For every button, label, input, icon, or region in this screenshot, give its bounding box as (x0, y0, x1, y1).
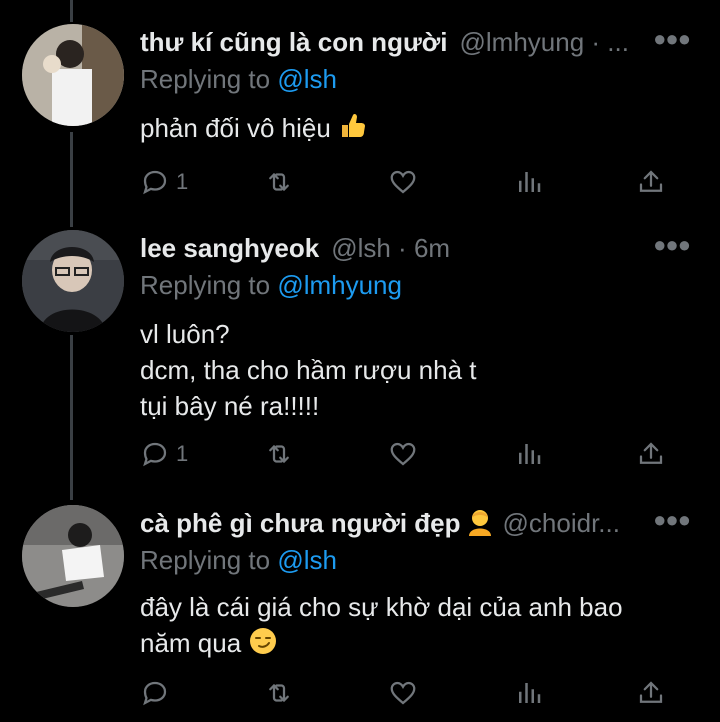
reply-button[interactable]: 1 (140, 164, 188, 200)
replying-label: Replying to (140, 270, 271, 300)
reply-count: 1 (176, 441, 189, 466)
tweet-line: dcm, tha cho hầm rượu nhà t (140, 355, 477, 385)
analytics-button[interactable] (514, 675, 544, 711)
share-icon (639, 681, 663, 703)
reply-icon (143, 681, 167, 706)
tweet-line-wrap: năm qua (140, 625, 623, 665)
analytics-icon (519, 444, 541, 464)
replying-label: Replying to (140, 545, 271, 575)
reply-button[interactable] (140, 675, 176, 711)
retweet-icon (269, 683, 289, 703)
reply-count: 1 (176, 169, 189, 194)
more-icon[interactable]: ●●● (653, 507, 691, 533)
mention-link[interactable]: @lsh (277, 64, 337, 94)
display-name[interactable]: lee sanghyeok (140, 233, 319, 264)
display-name[interactable]: thư kí cũng là con người (140, 27, 447, 58)
avatar[interactable] (22, 505, 124, 607)
share-icon (639, 442, 663, 464)
thumbs-up-emoji (338, 111, 368, 150)
handle-and-time: @lmhyung · ... (459, 26, 629, 57)
smirk-emoji (248, 626, 278, 665)
tweet[interactable]: cà phê gì chưa người đẹp @choidr... ●●● … (0, 505, 720, 720)
reply-button[interactable]: 1 (140, 436, 188, 472)
mention-link[interactable]: @lsh (277, 545, 337, 575)
tweet-text: phản đối vô hiệu (140, 110, 368, 150)
heart-icon (390, 170, 416, 194)
action-bar: 1 (140, 164, 680, 200)
reply-icon (143, 170, 167, 195)
analytics-button[interactable] (514, 164, 544, 200)
tweet-line: phản đối vô hiệu (140, 113, 331, 143)
analytics-icon (519, 172, 541, 192)
like-button[interactable] (388, 675, 418, 711)
tweet-line: đây là cái giá cho sự khờ dại của anh ba… (140, 592, 623, 622)
avatar[interactable] (22, 24, 124, 126)
share-button[interactable] (636, 164, 666, 200)
handle-and-time: @lsh · 6m (331, 232, 451, 263)
more-icon[interactable]: ●●● (653, 232, 691, 258)
more-icon[interactable]: ●●● (653, 26, 691, 52)
replying-to: Replying to @lsh (140, 545, 337, 576)
like-button[interactable] (388, 436, 418, 472)
share-button[interactable] (636, 675, 666, 711)
retweet-button[interactable] (264, 436, 294, 472)
analytics-button[interactable] (514, 436, 544, 472)
replying-to: Replying to @lsh (140, 64, 337, 95)
like-button[interactable] (388, 164, 418, 200)
display-name[interactable]: cà phê gì chưa người đẹp (140, 508, 461, 539)
retweet-icon (269, 444, 289, 464)
person-emoji (465, 506, 495, 541)
action-bar: 1 (140, 436, 680, 472)
tweet-text: vl luôn? dcm, tha cho hầm rượu nhà t tụi… (140, 316, 477, 424)
share-icon (639, 170, 663, 192)
analytics-icon (519, 683, 541, 703)
tweet-line: tụi bây né ra!!!!! (140, 391, 320, 421)
retweet-button[interactable] (264, 675, 294, 711)
tweet-line: vl luôn? (140, 319, 230, 349)
tweet-text: đây là cái giá cho sự khờ dại của anh ba… (140, 589, 623, 665)
avatar[interactable] (22, 230, 124, 332)
replying-label: Replying to (140, 64, 271, 94)
tweet[interactable]: lee sanghyeok @lsh · 6m ●●● Replying to … (0, 230, 720, 480)
thread-line (70, 0, 73, 22)
replying-to: Replying to @lmhyung (140, 270, 402, 301)
reply-icon (143, 442, 167, 467)
tweet[interactable]: thư kí cũng là con người @lmhyung · ... … (0, 24, 720, 224)
heart-icon (390, 681, 416, 705)
retweet-icon (269, 172, 289, 192)
tweet-line: năm qua (140, 628, 242, 658)
mention-link[interactable]: @lmhyung (277, 270, 402, 300)
heart-icon (390, 442, 416, 466)
handle: @choidr... (502, 507, 620, 538)
retweet-button[interactable] (264, 164, 294, 200)
share-button[interactable] (636, 436, 666, 472)
action-bar (140, 675, 680, 711)
